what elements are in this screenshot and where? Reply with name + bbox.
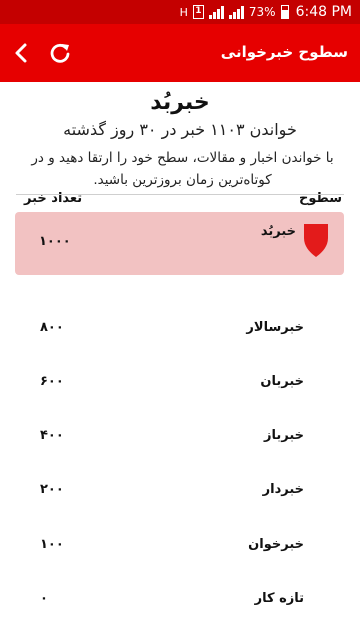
sim-icon: H (179, 5, 188, 19)
level-row: خبرسالار ۸۰۰ (0, 320, 360, 350)
refresh-icon (50, 43, 70, 63)
header-divider (16, 194, 344, 195)
refresh-button[interactable] (46, 39, 74, 67)
level-row-current: خبربُد ۱۰۰۰ (15, 212, 344, 275)
level-count: ۶۰۰ (40, 374, 64, 389)
level-name: خبردار (262, 482, 304, 497)
level-count: ۰ (40, 591, 48, 606)
level-row: خبرباز ۴۰۰ (0, 428, 360, 458)
level-count: ۲۰۰ (40, 482, 64, 497)
back-button[interactable] (8, 38, 36, 68)
app-bar: سطوح خبرخوانی (0, 24, 360, 82)
level-row: خبردار ۲۰۰ (0, 482, 360, 512)
level-row: تازه کار ۰ (0, 591, 360, 621)
level-name: خبربان (260, 374, 304, 389)
level-name: خبرخوان (248, 537, 304, 552)
level-count: ۱۰۰ (40, 537, 64, 552)
level-name: خبربُد (260, 224, 296, 239)
level-count: ۴۰۰ (40, 428, 64, 443)
level-count: ۸۰۰ (40, 320, 64, 335)
battery-percent: 73% (248, 5, 276, 19)
read-count-text: خواندن ۱۱۰۳ خبر در ۳۰ روز گذشته (63, 120, 297, 139)
clock: 6:48 PM (295, 4, 352, 20)
chevron-left-icon (15, 43, 27, 63)
level-name: خبرسالار (246, 320, 304, 335)
level-count: ۱۰۰۰ (39, 234, 71, 249)
current-level-title: خبربُد (150, 90, 210, 115)
status-bar: H 1 73% 6:48 PM (0, 0, 360, 24)
level-row: خبربان ۶۰۰ (0, 374, 360, 404)
notification-icon: 1 (192, 5, 204, 19)
level-row: خبرخوان ۱۰۰ (0, 537, 360, 567)
level-name: تازه کار (254, 591, 304, 606)
level-name: خبرباز (263, 428, 304, 443)
battery-icon (280, 5, 289, 19)
signal-icon (208, 5, 224, 19)
signal-icon-2 (228, 5, 244, 19)
shield-badge-icon (304, 224, 328, 257)
level-description: با خواندن اخبار و مقالات، سطح خود را ارت… (31, 150, 334, 188)
app-bar-title: سطوح خبرخوانی (220, 43, 348, 61)
